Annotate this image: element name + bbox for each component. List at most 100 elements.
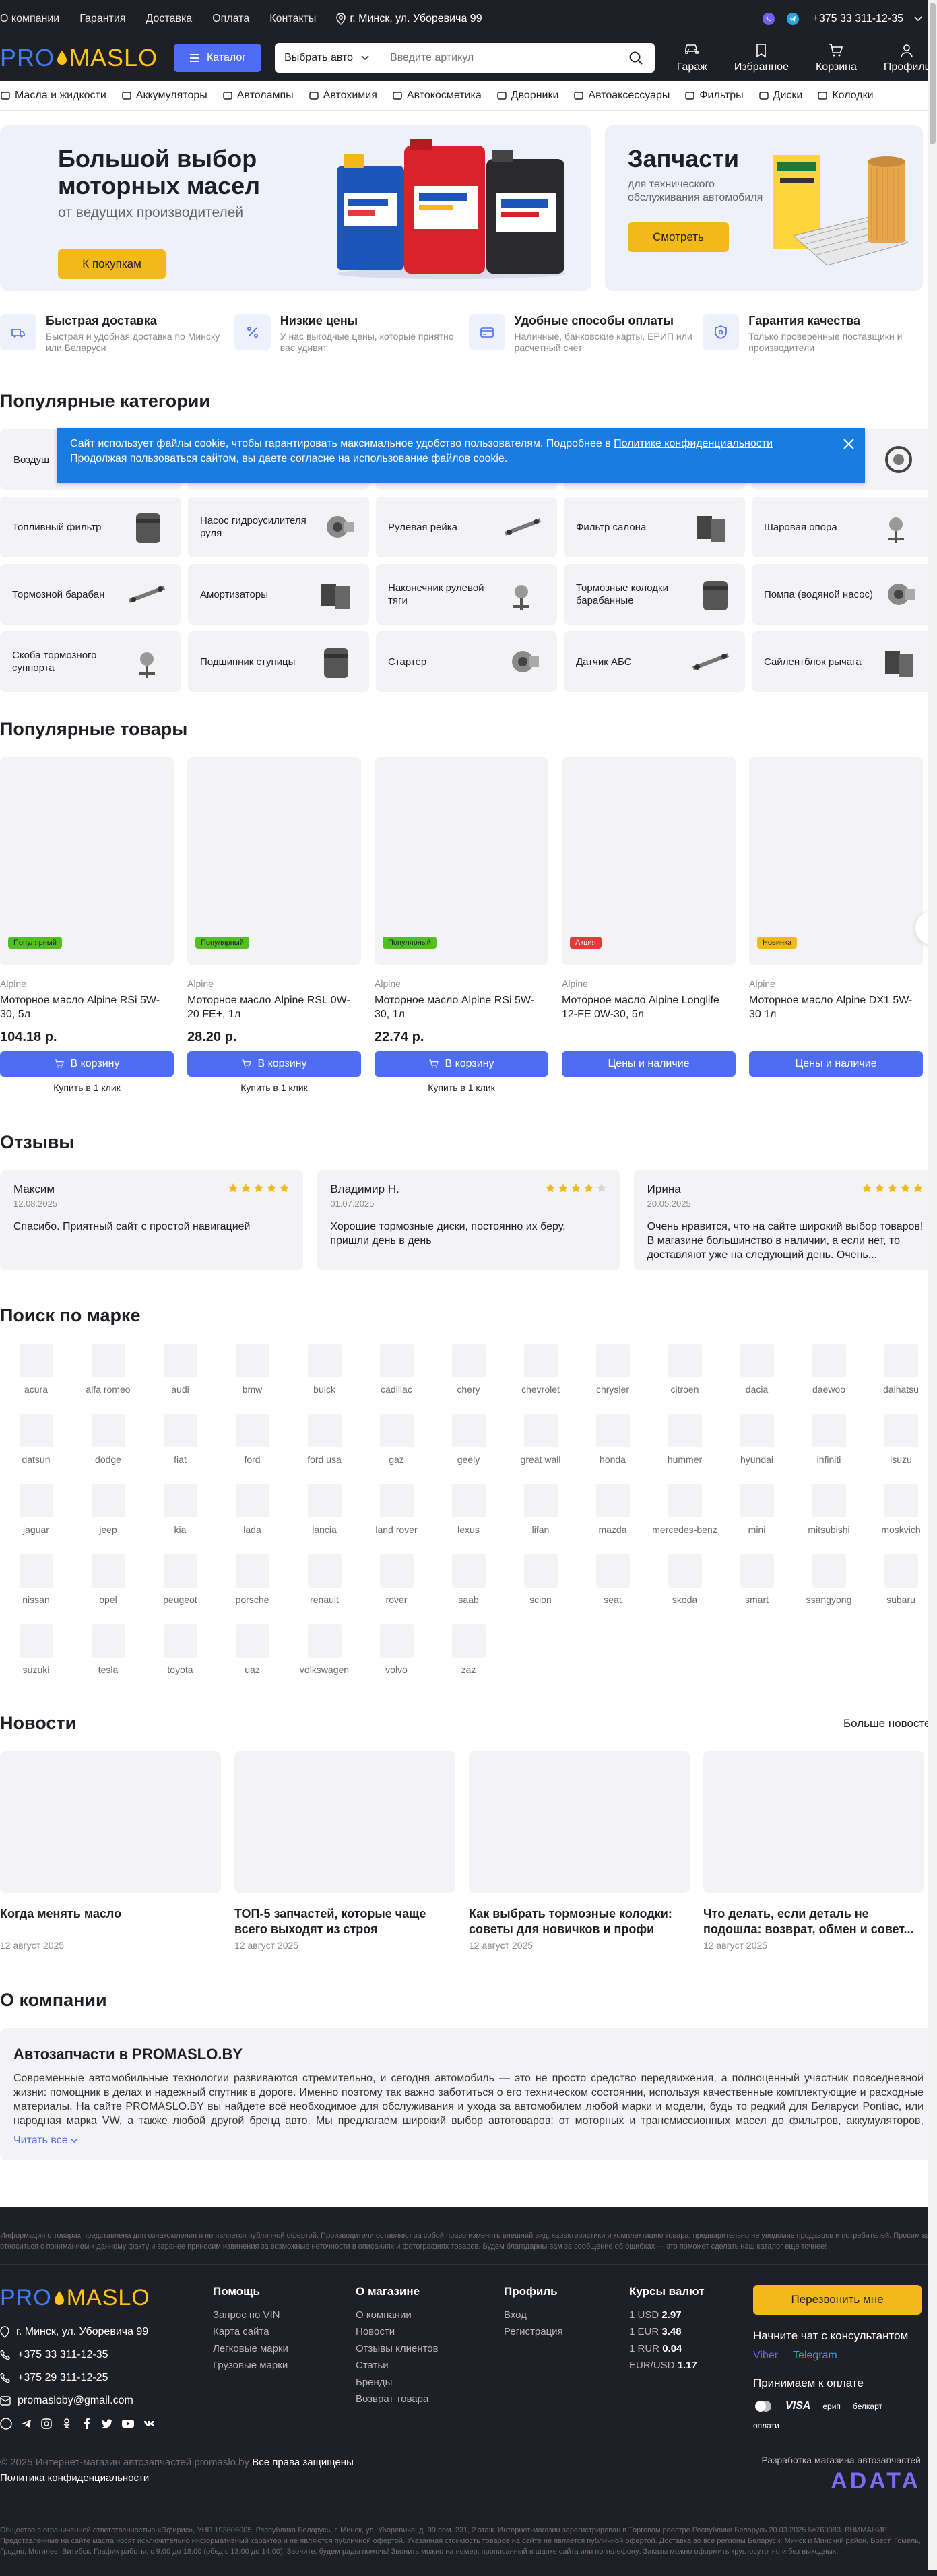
footer-link[interactable]: Вход <box>504 2306 629 2323</box>
news-title[interactable]: Когда менять масло <box>0 1906 221 1937</box>
read-all-link[interactable]: Читать все <box>13 2135 924 2147</box>
brand-item[interactable]: zaz <box>432 1624 505 1675</box>
nav-item[interactable]: Автоаксессуары <box>573 90 670 102</box>
brand-item[interactable]: honda <box>577 1414 649 1465</box>
brand-item[interactable]: porsche <box>216 1554 288 1605</box>
footer-link[interactable]: Возврат товара <box>356 2391 504 2408</box>
category-card[interactable]: Подшипник ступицы <box>188 631 369 692</box>
brand-item[interactable]: tesla <box>72 1624 144 1675</box>
brand-item[interactable]: nissan <box>0 1554 72 1605</box>
brand-item[interactable]: dacia <box>721 1344 793 1395</box>
category-card[interactable]: Амортизаторы <box>188 564 369 625</box>
product-image[interactable]: Новинка <box>749 757 923 965</box>
brand-item[interactable]: chrysler <box>577 1344 649 1395</box>
category-card[interactable]: Рулевая рейка <box>376 497 557 557</box>
footer-link[interactable]: Новости <box>356 2323 504 2340</box>
brand-item[interactable]: toyota <box>144 1624 216 1675</box>
add-to-cart-button[interactable]: В корзину <box>375 1051 548 1077</box>
brand-item[interactable]: geely <box>432 1414 505 1465</box>
product-card[interactable]: Популярный Alpine Моторное масло Alpine RS… <box>0 757 174 1093</box>
footer-link[interactable]: Запрос по VIN <box>213 2306 356 2323</box>
search-input[interactable] <box>379 43 618 73</box>
category-card[interactable]: Шаровая опора <box>752 497 933 557</box>
brand-item[interactable]: cadillac <box>360 1344 432 1395</box>
brand-item[interactable]: ssangyong <box>793 1554 865 1605</box>
parts-banner[interactable]: Запчасти для технического обслуживания а… <box>605 125 923 291</box>
footer-email[interactable]: promaslobу@gmail.com <box>0 2395 213 2407</box>
category-card[interactable]: Насос гидроусилителя руля <box>188 497 369 557</box>
brand-item[interactable]: scion <box>505 1554 577 1605</box>
product-name[interactable]: Моторное масло Alpine RSi 5W-30, 1л <box>375 993 548 1022</box>
add-to-cart-button[interactable]: В корзину <box>187 1051 361 1077</box>
brand-item[interactable]: kia <box>144 1484 216 1535</box>
category-card[interactable]: Топливный фильтр <box>0 497 181 557</box>
buy-one-click-link[interactable]: Купить в 1 клик <box>0 1082 174 1093</box>
brand-item[interactable]: lada <box>216 1484 288 1535</box>
news-title[interactable]: Что делать, если деталь не подошла: возв… <box>703 1906 924 1937</box>
scrollbar-thumb[interactable] <box>930 3 936 144</box>
brand-item[interactable]: daewoo <box>793 1344 865 1395</box>
news-image[interactable] <box>234 1751 455 1893</box>
brand-item[interactable]: alfa romeo <box>72 1344 144 1395</box>
product-card[interactable]: Популярный Alpine Моторное масло Alpine RS… <box>375 757 548 1093</box>
brand-item[interactable]: fiat <box>144 1414 216 1465</box>
brand-item[interactable]: lancia <box>288 1484 360 1535</box>
search-button[interactable] <box>617 43 655 73</box>
viber-icon[interactable] <box>0 2418 12 2430</box>
brand-item[interactable]: skoda <box>649 1554 721 1605</box>
add-to-cart-button[interactable]: Цены и наличие <box>562 1051 736 1077</box>
brand-item[interactable]: acura <box>0 1344 72 1395</box>
brand-item[interactable]: volvo <box>360 1624 432 1675</box>
product-name[interactable]: Моторное масло Alpine RSL 0W-20 FE+, 1л <box>187 993 361 1022</box>
top-address[interactable]: г. Минск, ул. Уборевича 99 <box>336 13 482 25</box>
news-image[interactable] <box>0 1751 221 1893</box>
brand-item[interactable]: mercedes-benz <box>649 1484 721 1535</box>
category-card[interactable]: Тормозной барабан <box>0 564 181 625</box>
nav-item[interactable]: Диски <box>758 90 802 102</box>
telegram-icon[interactable] <box>786 12 800 26</box>
brand-item[interactable]: jaguar <box>0 1484 72 1535</box>
news-card[interactable]: ТОП-5 запчастей, которые чаще всего выхо… <box>234 1751 455 1951</box>
news-card[interactable]: Как выбрать тормозные колодки: советы дл… <box>469 1751 690 1951</box>
nav-item[interactable]: Автолампы <box>222 90 294 102</box>
callback-button[interactable]: Перезвонить мне <box>753 2285 922 2315</box>
top-link[interactable]: Оплата <box>212 13 249 25</box>
news-image[interactable] <box>469 1751 690 1893</box>
brand-item[interactable]: bmw <box>216 1344 288 1395</box>
brand-item[interactable]: chery <box>432 1344 505 1395</box>
brand-item[interactable]: opel <box>72 1554 144 1605</box>
top-link[interactable]: Доставка <box>146 13 192 25</box>
product-image[interactable]: Популярный <box>0 757 174 965</box>
brand-item[interactable]: chevrolet <box>505 1344 577 1395</box>
add-to-cart-button[interactable]: Цены и наличие <box>749 1051 923 1077</box>
product-image[interactable]: Акция <box>562 757 736 965</box>
add-to-cart-button[interactable]: В корзину <box>0 1051 174 1077</box>
footer-link[interactable]: Карта сайта <box>213 2323 356 2340</box>
brand-item[interactable]: lifan <box>505 1484 577 1535</box>
site-logo[interactable]: PRO MASLO <box>0 44 158 72</box>
facebook-icon[interactable] <box>81 2418 93 2430</box>
footer-logo[interactable]: PRO MASLO <box>0 2285 213 2311</box>
brand-item[interactable]: daihatsu <box>865 1344 937 1395</box>
top-link[interactable]: О компании <box>0 13 59 25</box>
top-phone[interactable]: +375 33 311-12-35 <box>813 13 903 25</box>
product-image[interactable]: Популярный <box>187 757 361 965</box>
category-card[interactable]: Наконечник рулевой тяги <box>376 564 557 625</box>
brand-item[interactable]: infiniti <box>793 1414 865 1465</box>
footer-link[interactable]: Регистрация <box>504 2323 629 2340</box>
header-гараж-button[interactable]: Гараж <box>677 42 707 73</box>
brand-item[interactable]: hyundai <box>721 1414 793 1465</box>
news-card[interactable]: Когда менять масло 12 август 2025 <box>0 1751 221 1951</box>
category-card[interactable]: Тормозные колодки барабанные <box>564 564 745 625</box>
news-image[interactable] <box>703 1751 924 1893</box>
product-card[interactable]: Новинка Alpine Моторное масло Alpine DX1 5… <box>749 757 923 1093</box>
footer-link[interactable]: Бренды <box>356 2374 504 2391</box>
brand-item[interactable]: seat <box>577 1554 649 1605</box>
nav-item[interactable]: Автохимия <box>309 90 377 102</box>
nav-item[interactable]: Колодки <box>817 90 874 102</box>
brand-item[interactable]: subaru <box>865 1554 937 1605</box>
brand-item[interactable]: ford <box>216 1414 288 1465</box>
brand-item[interactable]: peugeot <box>144 1554 216 1605</box>
vk-icon[interactable] <box>143 2418 156 2430</box>
odnoklassniki-icon[interactable] <box>61 2418 73 2430</box>
